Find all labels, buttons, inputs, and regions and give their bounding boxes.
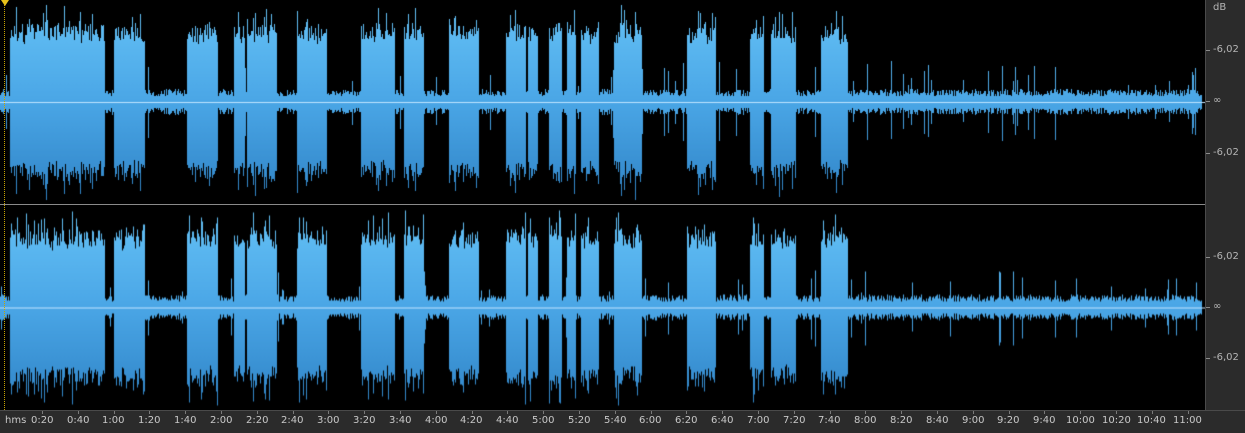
time-tick xyxy=(1152,411,1153,414)
ch1-db-center-label: ∞ xyxy=(1213,95,1222,106)
time-tick xyxy=(937,411,938,414)
time-label: 2:00 xyxy=(210,415,233,426)
time-label: 4:00 xyxy=(425,415,448,426)
time-tick xyxy=(364,411,365,414)
time-tick xyxy=(1116,411,1117,414)
time-tick xyxy=(293,411,294,414)
db-tick xyxy=(1206,101,1210,102)
time-tick xyxy=(400,411,401,414)
time-tick xyxy=(472,411,473,414)
time-ruler[interactable]: hms 0:20 0:40 1:00 1:20 1:40 2:00 2:20 2:40 3:00… xyxy=(0,410,1245,433)
time-tick xyxy=(901,411,902,414)
db-tick xyxy=(1206,153,1210,154)
time-label: 6:00 xyxy=(639,415,662,426)
time-tick xyxy=(865,411,866,414)
time-tick xyxy=(686,411,687,414)
time-tick xyxy=(1009,411,1010,414)
waveform-display[interactable] xyxy=(0,0,1205,410)
db-unit-label: dB xyxy=(1213,2,1227,13)
db-ruler: dB -6,02 ∞ -6,02 -6,02 ∞ -6,02 xyxy=(1205,0,1245,410)
time-label: 8:40 xyxy=(926,415,949,426)
time-label: 1:20 xyxy=(138,415,161,426)
time-tick xyxy=(42,411,43,414)
time-label: 9:40 xyxy=(1033,415,1056,426)
time-label: 10:20 xyxy=(1102,415,1131,426)
time-label: 10:00 xyxy=(1066,415,1095,426)
time-label: 5:40 xyxy=(604,415,627,426)
time-label: 9:20 xyxy=(997,415,1020,426)
time-label: 11:00 xyxy=(1173,415,1202,426)
db-tick xyxy=(1206,307,1210,308)
time-tick xyxy=(78,411,79,414)
time-tick xyxy=(758,411,759,414)
time-label: 4:40 xyxy=(496,415,519,426)
time-tick xyxy=(114,411,115,414)
time-label: 3:00 xyxy=(317,415,340,426)
time-label: 7:40 xyxy=(818,415,841,426)
time-label: 8:20 xyxy=(890,415,913,426)
time-tick xyxy=(436,411,437,414)
time-tick xyxy=(615,411,616,414)
time-tick xyxy=(1188,411,1189,414)
ch1-db-bottom-label: -6,02 xyxy=(1213,147,1239,158)
time-label: 10:40 xyxy=(1137,415,1166,426)
time-tick xyxy=(1044,411,1045,414)
time-label: 7:00 xyxy=(747,415,770,426)
ch2-db-top-label: -6,02 xyxy=(1213,251,1239,262)
ch2-db-center-label: ∞ xyxy=(1213,301,1222,312)
time-label: 7:20 xyxy=(783,415,806,426)
time-tick xyxy=(651,411,652,414)
time-label: 5:00 xyxy=(532,415,555,426)
time-label: 3:40 xyxy=(389,415,412,426)
db-tick xyxy=(1206,50,1210,51)
time-unit-label: hms xyxy=(5,415,27,426)
time-tick xyxy=(543,411,544,414)
ch2-db-bottom-label: -6,02 xyxy=(1213,352,1239,363)
time-label: 8:00 xyxy=(854,415,877,426)
time-tick xyxy=(1080,411,1081,414)
time-label: 2:40 xyxy=(281,415,304,426)
time-label: 5:20 xyxy=(568,415,591,426)
time-tick xyxy=(579,411,580,414)
time-tick xyxy=(830,411,831,414)
channel-1-waveform[interactable] xyxy=(0,0,1205,204)
time-label: 1:00 xyxy=(102,415,125,426)
time-tick xyxy=(257,411,258,414)
time-label: 4:20 xyxy=(460,415,483,426)
time-label: 6:20 xyxy=(675,415,698,426)
db-tick xyxy=(1206,257,1210,258)
time-tick xyxy=(507,411,508,414)
ch1-db-top-label: -6,02 xyxy=(1213,44,1239,55)
playhead-marker-icon[interactable] xyxy=(1,0,9,6)
time-tick xyxy=(794,411,795,414)
time-label: 1:40 xyxy=(174,415,197,426)
time-tick xyxy=(185,411,186,414)
time-tick xyxy=(149,411,150,414)
time-tick xyxy=(328,411,329,414)
time-label: 0:20 xyxy=(31,415,54,426)
time-label: 3:20 xyxy=(353,415,376,426)
time-label: 0:40 xyxy=(67,415,90,426)
playhead-line[interactable] xyxy=(4,0,6,410)
time-tick xyxy=(722,411,723,414)
waveform-editor: dB -6,02 ∞ -6,02 -6,02 ∞ -6,02 hms 0:20 0… xyxy=(0,0,1245,433)
time-tick xyxy=(221,411,222,414)
time-tick xyxy=(973,411,974,414)
channel-2-waveform[interactable] xyxy=(0,205,1205,410)
time-label: 6:40 xyxy=(711,415,734,426)
time-label: 2:20 xyxy=(246,415,269,426)
db-tick xyxy=(1206,358,1210,359)
time-label: 9:00 xyxy=(962,415,985,426)
